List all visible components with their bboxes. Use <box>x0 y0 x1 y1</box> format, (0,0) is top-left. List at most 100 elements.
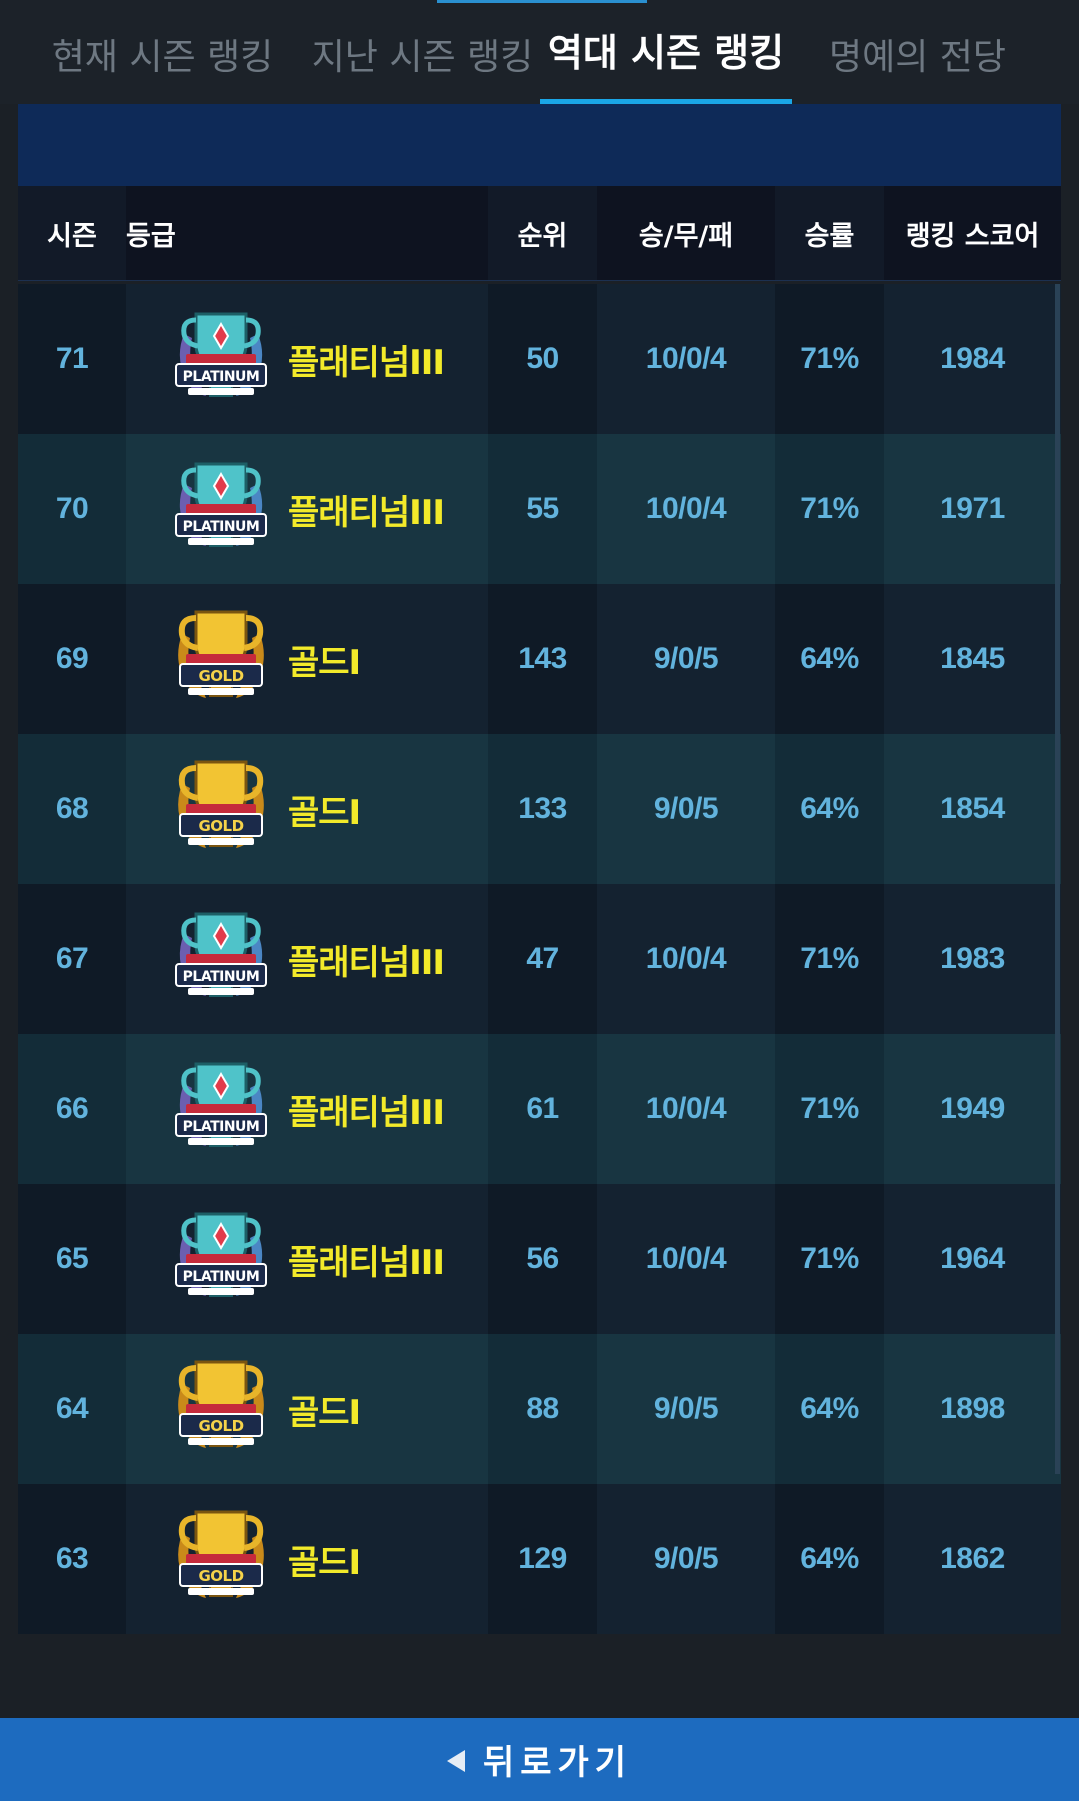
platinum-trophy-icon: PLATINUM <box>175 912 267 997</box>
wdl-cell: 10/0/4 <box>597 1184 775 1334</box>
grade-cell: PLATINUM 플래티넘III <box>126 284 488 434</box>
grade-name: 플래티넘III <box>288 492 445 533</box>
tab-all-seasons[interactable]: 역대 시즌 랭킹 <box>540 18 792 104</box>
table-header: 시즌 등급 순위 승/무/패 승률 랭킹 스코어 <box>18 186 1061 281</box>
table-row: 71 PLATINUM 플래티넘III 50 10/0/4 71% 1984 <box>18 284 1061 434</box>
season-cell: 71 <box>18 284 126 434</box>
grade-name: 골드I <box>288 642 361 683</box>
grade-cell: PLATINUM 플래티넘III <box>126 434 488 584</box>
rank-cell: 129 <box>488 1484 597 1634</box>
scrollbar[interactable] <box>1055 284 1060 1474</box>
wdl-cell: 10/0/4 <box>597 284 775 434</box>
score-cell: 1898 <box>884 1334 1061 1484</box>
table-row: 63 GOLD 골드I 129 9/0/5 64% 1862 <box>18 1484 1061 1634</box>
wdl-cell: 9/0/5 <box>597 584 775 734</box>
ranking-tabs: 현재 시즌 랭킹 지난 시즌 랭킹 역대 시즌 랭킹 명예의 전당 <box>0 0 1079 104</box>
score-cell: 1949 <box>884 1034 1061 1184</box>
tab-current-season[interactable]: 현재 시즌 랭킹 <box>40 18 285 104</box>
score-cell: 1845 <box>884 584 1061 734</box>
grade-cell: GOLD 골드I <box>126 584 488 734</box>
season-cell: 65 <box>18 1184 126 1334</box>
tab-hall-of-fame[interactable]: 명예의 전당 <box>815 18 1020 104</box>
back-button[interactable]: 뒤로가기 <box>0 1718 1079 1801</box>
svg-text:PLATINUM: PLATINUM <box>183 369 260 385</box>
season-ranking-screen: 현재 시즌 랭킹 지난 시즌 랭킹 역대 시즌 랭킹 명예의 전당 시즌 등급 … <box>0 0 1079 1801</box>
rank-cell: 55 <box>488 434 597 584</box>
tab-last-season[interactable]: 지난 시즌 랭킹 <box>300 18 545 104</box>
svg-text:PLATINUM: PLATINUM <box>183 969 260 985</box>
rank-cell: 56 <box>488 1184 597 1334</box>
winrate-cell: 71% <box>775 1034 884 1184</box>
header-season: 시즌 <box>18 186 126 280</box>
svg-text:PLATINUM: PLATINUM <box>183 519 260 535</box>
wdl-cell: 10/0/4 <box>597 884 775 1034</box>
svg-text:GOLD: GOLD <box>198 667 243 685</box>
header-wdl: 승/무/패 <box>638 220 734 252</box>
tab-label: 현재 시즌 랭킹 <box>51 37 274 78</box>
gold-trophy-icon: GOLD <box>178 1510 264 1598</box>
wdl-cell: 10/0/4 <box>597 1034 775 1184</box>
grade-name: 플래티넘III <box>288 1242 445 1283</box>
grade-cell: GOLD 골드I <box>126 1334 488 1484</box>
winrate-cell: 71% <box>775 1184 884 1334</box>
table-row: 65 PLATINUM 플래티넘III 56 10/0/4 71% 1964 <box>18 1184 1061 1334</box>
svg-text:PLATINUM: PLATINUM <box>183 1119 260 1135</box>
score-cell: 1971 <box>884 434 1061 584</box>
score-cell: 1984 <box>884 284 1061 434</box>
grade-name: 플래티넘III <box>288 1092 445 1133</box>
score-cell: 1854 <box>884 734 1061 884</box>
platinum-trophy-icon: PLATINUM <box>175 312 267 397</box>
score-cell: 1862 <box>884 1484 1061 1634</box>
back-arrow-icon <box>446 1749 465 1772</box>
grade-name: 골드I <box>288 1542 361 1583</box>
winrate-cell: 71% <box>775 434 884 584</box>
wdl-cell: 9/0/5 <box>597 734 775 884</box>
score-cell: 1983 <box>884 884 1061 1034</box>
score-cell: 1964 <box>884 1184 1061 1334</box>
winrate-cell: 71% <box>775 284 884 434</box>
grade-name: 플래티넘III <box>288 342 445 383</box>
gold-trophy-icon: GOLD <box>178 760 264 848</box>
svg-text:GOLD: GOLD <box>198 817 243 835</box>
season-cell: 64 <box>18 1334 126 1484</box>
tab-top-accent <box>437 0 647 3</box>
tab-label: 명예의 전당 <box>828 37 1007 78</box>
grade-cell: PLATINUM 플래티넘III <box>126 1034 488 1184</box>
back-label: 뒤로가기 <box>482 1743 633 1783</box>
ranking-table-body: 71 PLATINUM 플래티넘III 50 10/0/4 71% 1984 70 PLA… <box>18 284 1061 1634</box>
season-cell: 69 <box>18 584 126 734</box>
wdl-cell: 9/0/5 <box>597 1484 775 1634</box>
winrate-cell: 64% <box>775 734 884 884</box>
svg-text:GOLD: GOLD <box>198 1417 243 1435</box>
rank-cell: 133 <box>488 734 597 884</box>
svg-text:PLATINUM: PLATINUM <box>183 1269 260 1285</box>
season-cell: 63 <box>18 1484 126 1634</box>
grade-name: 골드I <box>288 1392 361 1433</box>
table-row: 69 GOLD 골드I 143 9/0/5 64% 1845 <box>18 584 1061 734</box>
header-winrate: 승률 <box>775 186 884 280</box>
winrate-cell: 64% <box>775 1334 884 1484</box>
platinum-trophy-icon: PLATINUM <box>175 1062 267 1147</box>
gold-trophy-icon: GOLD <box>178 1360 264 1448</box>
rank-cell: 88 <box>488 1334 597 1484</box>
wdl-cell: 9/0/5 <box>597 1334 775 1484</box>
winrate-cell: 64% <box>775 584 884 734</box>
table-row: 66 PLATINUM 플래티넘III 61 10/0/4 71% 1949 <box>18 1034 1061 1184</box>
rank-cell: 47 <box>488 884 597 1034</box>
grade-cell: PLATINUM 플래티넘III <box>126 1184 488 1334</box>
rank-cell: 61 <box>488 1034 597 1184</box>
rank-cell: 50 <box>488 284 597 434</box>
grade-cell: GOLD 골드I <box>126 1484 488 1634</box>
grade-name: 플래티넘III <box>288 942 445 983</box>
header-rank: 순위 <box>488 186 597 280</box>
table-row: 67 PLATINUM 플래티넘III 47 10/0/4 71% 1983 <box>18 884 1061 1034</box>
winrate-cell: 64% <box>775 1484 884 1634</box>
season-cell: 67 <box>18 884 126 1034</box>
tab-label: 지난 시즌 랭킹 <box>311 37 534 78</box>
table-row: 64 GOLD 골드I 88 9/0/5 64% 1898 <box>18 1334 1061 1484</box>
season-cell: 70 <box>18 434 126 584</box>
header-grade: 등급 <box>126 220 176 252</box>
platinum-trophy-icon: PLATINUM <box>175 462 267 547</box>
table-banner <box>18 104 1061 186</box>
winrate-cell: 71% <box>775 884 884 1034</box>
